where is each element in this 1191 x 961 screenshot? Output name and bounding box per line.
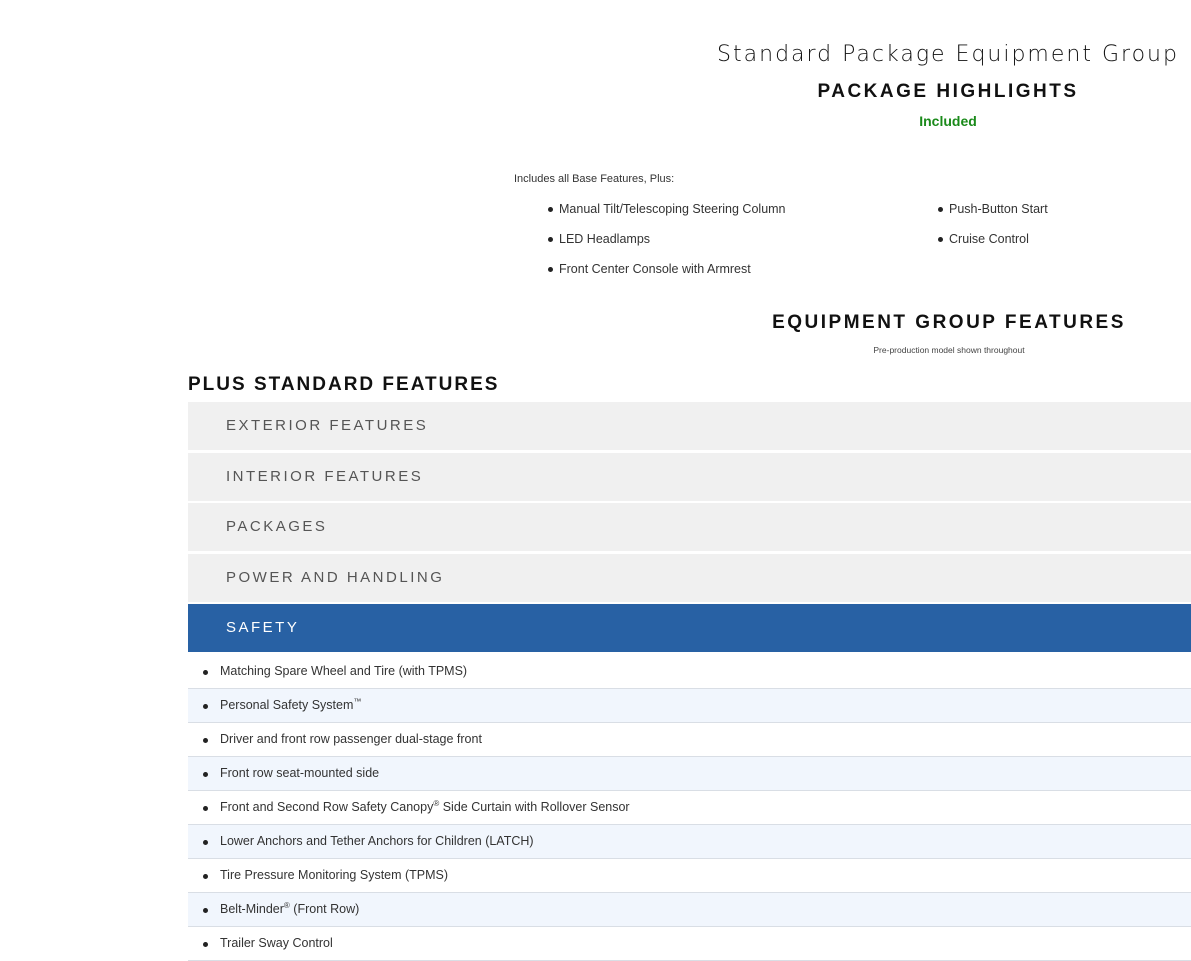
list-item-text-rest: (Front Row) xyxy=(289,901,360,916)
highlight-item: Push-Button Start xyxy=(938,201,1048,231)
list-item: Driver and front row passenger dual-stag… xyxy=(188,722,1191,757)
list-item-text: Tire Pressure Monitoring System (TPMS) xyxy=(220,867,449,882)
included-badge: Included xyxy=(919,113,977,129)
list-item: Lower Anchors and Tether Anchors for Chi… xyxy=(188,824,1191,859)
list-item-text-rest: Side Curtain with Rollover Sensor xyxy=(439,799,630,814)
plus-standard-features-heading: PLUS STANDARD FEATURES xyxy=(188,374,500,395)
highlights-list-right: Push-Button Start Cruise Control xyxy=(938,201,1048,261)
includes-intro-text: Includes all Base Features, Plus: xyxy=(514,173,675,185)
equipment-group-features-heading: EQUIPMENT GROUP FEATURES xyxy=(772,312,1126,333)
list-item-text: Lower Anchors and Tether Anchors for Chi… xyxy=(220,833,534,848)
list-item-text: Front and Second Row Safety Canopy xyxy=(220,799,434,814)
list-item-text: Personal Safety System xyxy=(220,697,354,712)
list-item: Personal Safety System™ xyxy=(188,688,1191,723)
trademark-mark: ™ xyxy=(353,696,362,706)
package-name: Standard Package Equipment Group xyxy=(717,42,1179,67)
package-highlights-heading: PACKAGE HIGHLIGHTS xyxy=(817,81,1079,102)
accordion-interior-features[interactable]: INTERIOR FEATURES xyxy=(188,452,1191,501)
accordion-packages[interactable]: PACKAGES xyxy=(188,503,1191,551)
highlight-item: Front Center Console with Armrest xyxy=(548,261,786,291)
list-item-text: Driver and front row passenger dual-stag… xyxy=(220,731,482,746)
list-item-text: Trailer Sway Control xyxy=(220,935,333,950)
highlight-item: Manual Tilt/Telescoping Steering Column xyxy=(548,201,786,231)
list-item: Matching Spare Wheel and Tire (with TPMS… xyxy=(188,654,1191,689)
accordion-exterior-features[interactable]: EXTERIOR FEATURES xyxy=(188,402,1191,450)
highlight-item: Cruise Control xyxy=(938,231,1048,261)
list-item: Tire Pressure Monitoring System (TPMS) xyxy=(188,858,1191,893)
preproduction-note: Pre-production model shown throughout xyxy=(873,345,1025,355)
safety-feature-list: Matching Spare Wheel and Tire (with TPMS… xyxy=(188,654,1191,961)
list-item-text: Front row seat-mounted side xyxy=(220,765,380,780)
list-item-text: Matching Spare Wheel and Tire (with TPMS… xyxy=(220,663,468,678)
accordion-power-and-handling[interactable]: POWER AND HANDLING xyxy=(188,553,1191,602)
list-item-text: Belt-Minder xyxy=(220,901,284,916)
highlight-item: LED Headlamps xyxy=(548,231,786,261)
list-item: Belt-Minder® (Front Row) xyxy=(188,892,1191,927)
list-item: Trailer Sway Control xyxy=(188,926,1191,961)
list-item: Front row seat-mounted side xyxy=(188,756,1191,791)
list-item: Front and Second Row Safety Canopy® Side… xyxy=(188,790,1191,825)
highlights-list-left: Manual Tilt/Telescoping Steering Column … xyxy=(548,201,786,291)
features-accordion: EXTERIOR FEATURES INTERIOR FEATURES PACK… xyxy=(188,402,1191,961)
accordion-safety[interactable]: SAFETY xyxy=(188,604,1191,652)
